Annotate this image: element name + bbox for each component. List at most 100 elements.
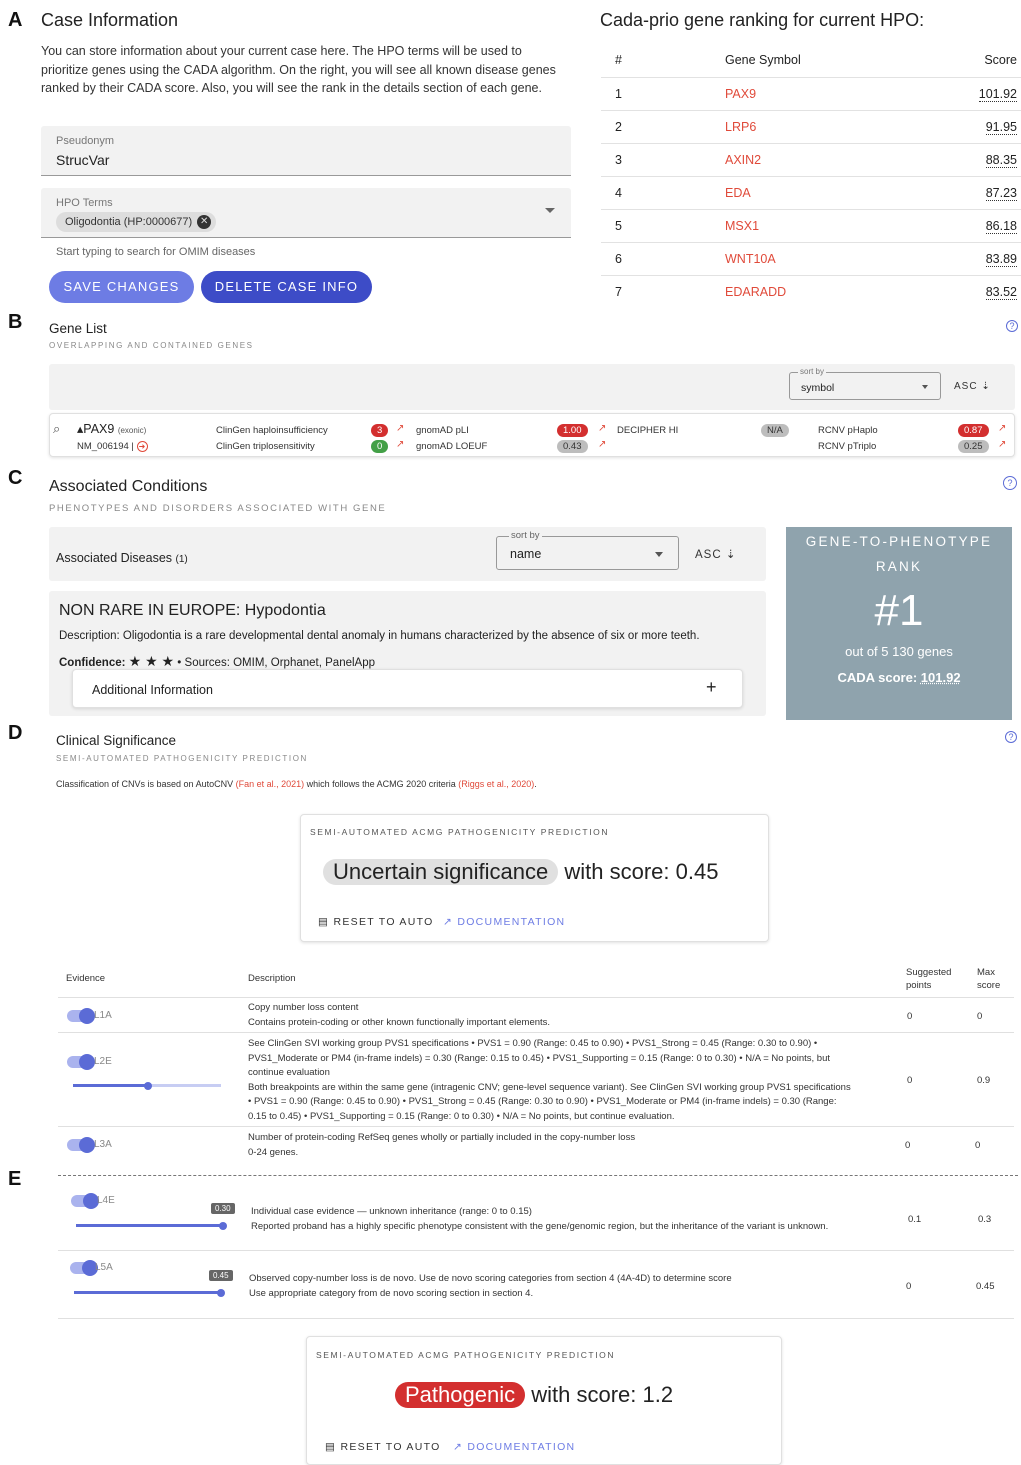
ranking-cell-gene[interactable]: PAX9 [725, 77, 965, 111]
l5a-slider-track[interactable] [74, 1291, 222, 1294]
hpo-hint: Start typing to search for OMIM diseases [56, 246, 256, 258]
max-score-header: Max score [977, 966, 1000, 992]
description-line: continue evaluation [248, 1067, 330, 1078]
additional-info-expander[interactable]: Additional Information + [72, 669, 743, 708]
l4e-slider-handle[interactable] [219, 1222, 227, 1230]
l5a-slider-handle[interactable] [217, 1289, 225, 1297]
ranking-cell-gene[interactable]: LRP6 [725, 110, 965, 144]
ranking-cell-gene[interactable]: MSX1 [725, 209, 965, 243]
external-link-icon[interactable]: ↗ [598, 439, 606, 450]
plus-icon[interactable]: + [706, 677, 717, 698]
ranking-cell-rank: 3 [601, 143, 725, 177]
hpo-terms-field[interactable]: HPO Terms Oligodontia (HP:0000677) ✕ [41, 188, 571, 238]
description-line: Contains protein-coding or other known f… [248, 1016, 551, 1028]
help-icon[interactable]: ? [1003, 476, 1017, 490]
description-line: See ClinGen SVI working group PVS1 speci… [248, 1038, 818, 1049]
rank-out-of: out of 5 130 genes [845, 644, 953, 659]
description-line: Reported proband has a highly specific p… [251, 1220, 829, 1232]
sort-order-icon: ⇣ [725, 549, 737, 561]
l2e-toggle[interactable] [67, 1054, 95, 1070]
pli-label: gnomAD pLI [416, 425, 469, 436]
pseudonym-label: Pseudonym [56, 135, 115, 147]
help-icon[interactable]: ? [1005, 731, 1017, 743]
note-prefix: Classification of CNVs is based on AutoC… [56, 779, 236, 789]
ranking-row: 3 AXIN2 88.35 [601, 143, 1021, 177]
reference-link-fan[interactable]: (Fan et al., 2021) [236, 779, 305, 789]
description-line: Observed copy-number loss is de novo. Us… [249, 1273, 732, 1284]
help-icon[interactable]: ? [1006, 320, 1018, 332]
external-link-icon[interactable]: ↗ [396, 423, 404, 434]
reset-to-auto-button[interactable]: ▤ RESET TO AUTO [325, 1441, 441, 1453]
gene-row[interactable]: ⌕ ▴PAX9 (exonic) NM_006194 | ➜ ClinGen h… [49, 413, 1015, 457]
external-link-icon[interactable]: ↗ [998, 423, 1006, 434]
ranking-cell-gene[interactable]: WNT10A [725, 242, 965, 276]
dropdown-arrow-icon[interactable] [545, 208, 555, 213]
gene-sort-order-button[interactable]: ASC ⇣ [954, 381, 991, 392]
gene-sort-select[interactable]: sort by symbol [789, 367, 941, 400]
final-prediction-score: with score: 1.2 [531, 1382, 674, 1407]
pseudonym-field[interactable]: Pseudonym StrucVar [41, 126, 571, 176]
divider [58, 997, 1014, 998]
l4e-toggle[interactable] [71, 1193, 99, 1209]
chevron-down-icon [655, 552, 663, 557]
decipher-badge: N/A [761, 424, 789, 437]
clinical-subtitle: SEMI-AUTOMATED PATHOGENICITY PREDICTION [56, 754, 308, 763]
gene-symbol-text: PAX9 [83, 422, 115, 436]
chip-close-icon[interactable]: ✕ [197, 215, 212, 229]
diseases-count: (1) [175, 554, 188, 565]
gene-list-title: Gene List [49, 321, 107, 336]
final-acmg-prediction-card: SEMI-AUTOMATED ACMG PATHOGENICITY PREDIC… [306, 1336, 782, 1465]
l5a-toggle[interactable] [70, 1260, 98, 1276]
zoom-icon[interactable]: ⌕ [53, 421, 60, 437]
external-link-icon: ↗ [443, 916, 454, 928]
loeuf-badge: 0.43 [557, 440, 588, 453]
l3a-toggle[interactable] [67, 1137, 95, 1153]
hpo-chip[interactable]: Oligodontia (HP:0000677) ✕ [56, 212, 217, 232]
ranking-cell-gene[interactable]: EDA [725, 176, 965, 210]
ranking-cell-score: 101.92 [978, 86, 1017, 102]
suggested-line2: points [906, 980, 932, 991]
delete-case-info-button[interactable]: DELETE CASE INFO [201, 271, 372, 303]
disease-description: Description: Oligodontia is a rare devel… [59, 630, 700, 642]
external-link-icon[interactable]: ↗ [396, 439, 404, 450]
confidence-label: Confidence: [59, 657, 126, 669]
classification-badge: Uncertain significance [323, 859, 559, 885]
l2e-slider-handle[interactable] [144, 1082, 152, 1090]
divider [58, 1250, 1014, 1251]
external-link-icon[interactable]: ↗ [998, 439, 1006, 450]
l5a-slider-value: 0.45 [209, 1270, 233, 1281]
ranking-header-row: # Gene Symbol Score [601, 44, 1021, 78]
reset-to-auto-button[interactable]: ▤ RESET TO AUTO [318, 916, 434, 928]
description-line: Use appropriate category from de novo sc… [249, 1287, 534, 1299]
gene-sort-order-label: ASC [954, 381, 978, 392]
external-link-icon: ↗ [453, 1441, 464, 1453]
conditions-subtitle: PHENOTYPES AND DISORDERS ASSOCIATED WITH… [49, 503, 387, 514]
evidence-code: L2E [94, 1056, 112, 1067]
reference-link-riggs[interactable]: (Riggs et al., 2020) [458, 779, 534, 789]
description-header: Description [248, 973, 296, 984]
disease-sort-order-button[interactable]: ASC ⇣ [695, 547, 737, 561]
evidence-description: Observed copy-number loss is de novo. Us… [249, 1272, 732, 1301]
description-line: PVS1_Moderate or PM4 (in-frame indels) =… [248, 1052, 831, 1064]
documentation-link[interactable]: ↗ DOCUMENTATION [443, 916, 565, 928]
l4e-slider-value: 0.30 [211, 1203, 235, 1214]
description-line: Number of protein-coding RefSeq genes wh… [248, 1132, 636, 1143]
ranking-cell-score: 83.52 [985, 284, 1017, 300]
ranking-cell-rank: 2 [601, 110, 725, 144]
prediction-score: with score: 0.45 [564, 859, 719, 884]
ranking-cell-gene[interactable]: AXIN2 [725, 143, 965, 177]
save-changes-button[interactable]: SAVE CHANGES [49, 271, 194, 303]
external-link-icon[interactable]: ↗ [598, 423, 606, 434]
documentation-link[interactable]: ↗ DOCUMENTATION [453, 1441, 575, 1453]
cada-label: CADA score: [837, 670, 918, 685]
final-prediction-label: SEMI-AUTOMATED ACMG PATHOGENICITY PREDIC… [316, 1350, 616, 1360]
clinical-note: Classification of CNVs is based on AutoC… [56, 779, 537, 789]
panel-letter-b: B [8, 311, 23, 333]
arrow-right-circle-icon[interactable]: ➜ [136, 441, 148, 452]
disease-sort-select[interactable]: sort by name [496, 530, 679, 570]
phaplo-badge: 0.87 [958, 424, 989, 437]
ranking-cell-rank: 5 [601, 209, 725, 243]
l1a-toggle[interactable] [67, 1008, 95, 1024]
ranking-cell-gene[interactable]: EDARADD [725, 275, 965, 308]
l4e-slider-track[interactable] [76, 1224, 224, 1227]
